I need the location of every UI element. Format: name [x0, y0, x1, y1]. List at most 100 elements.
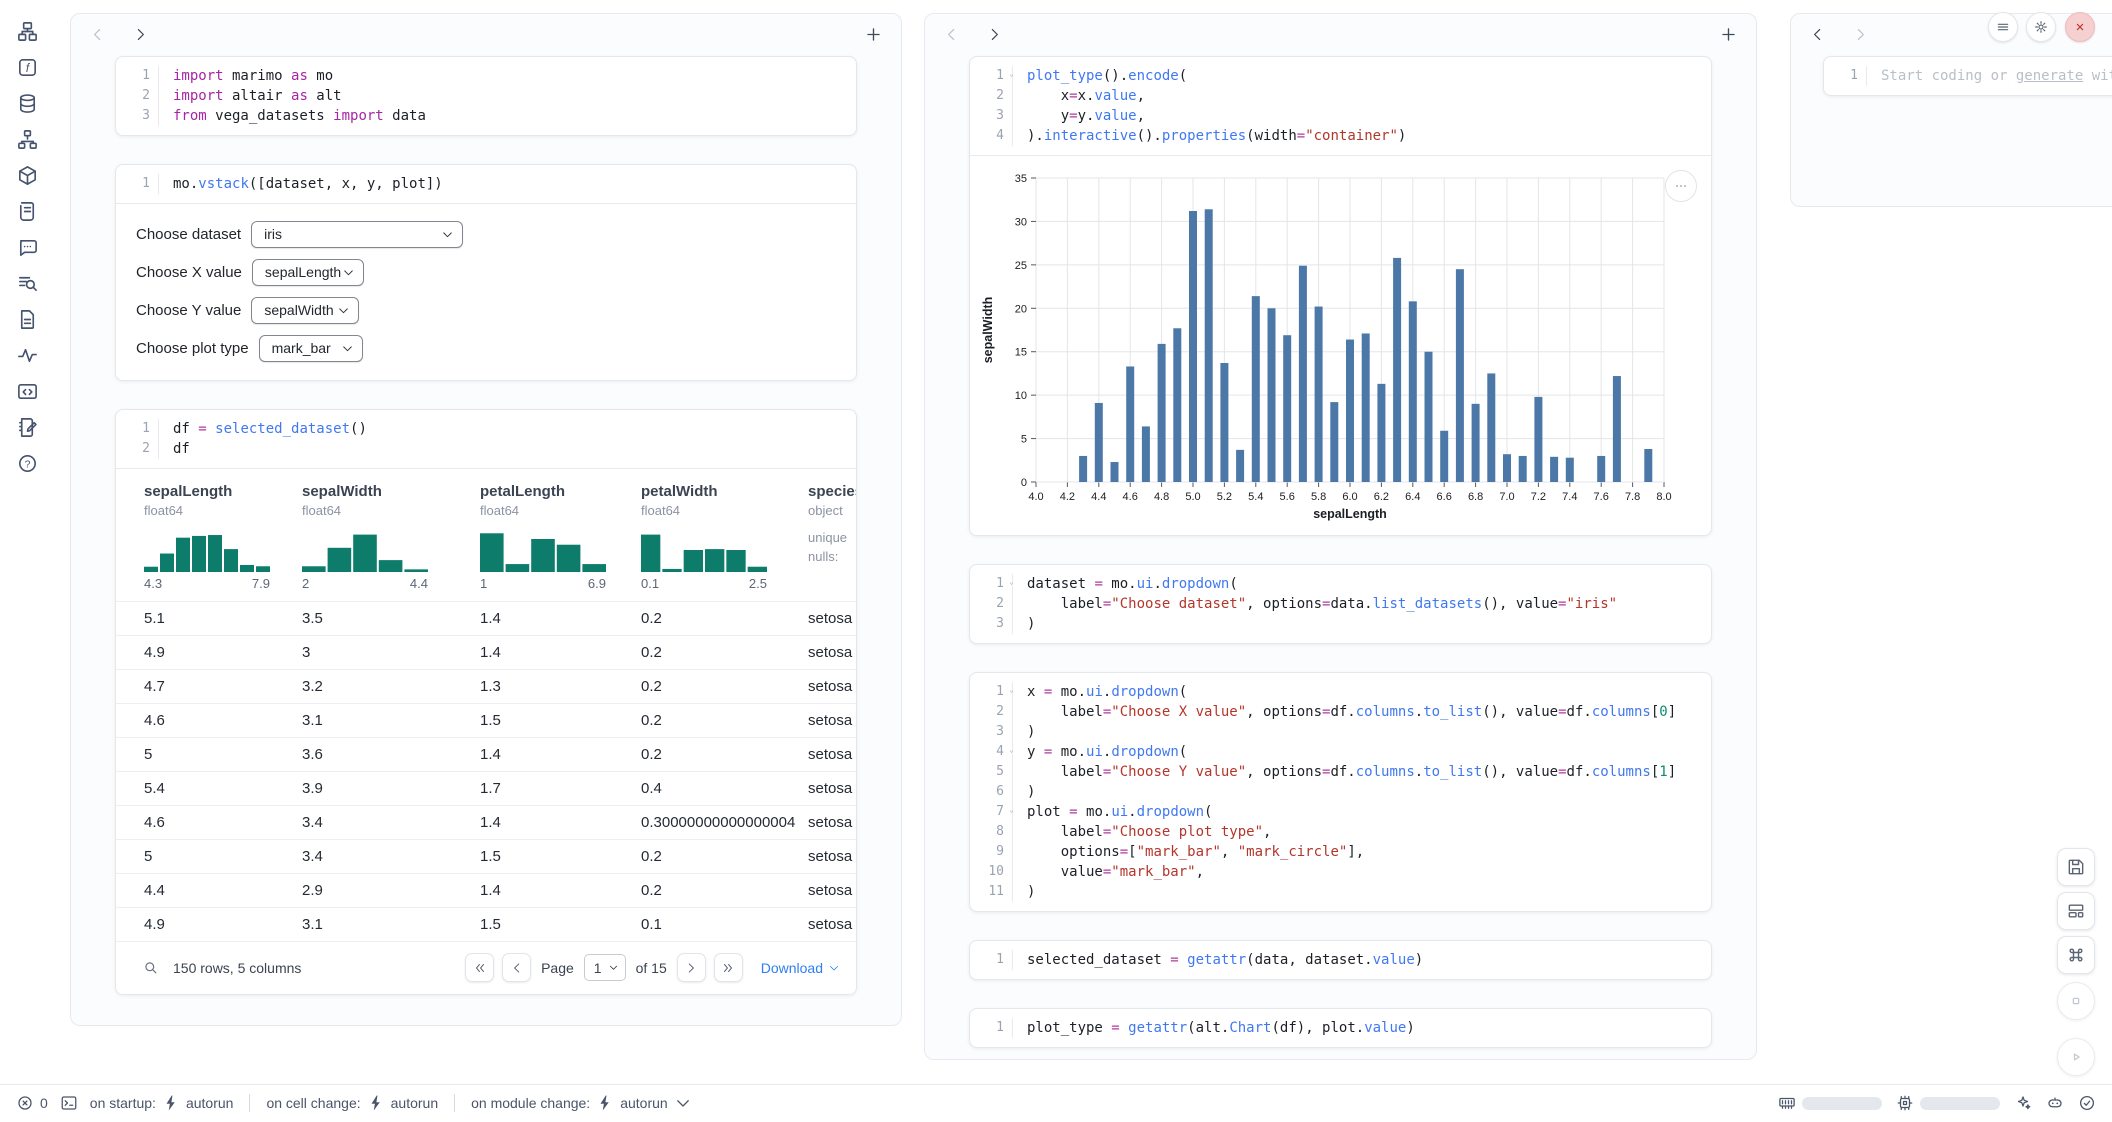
dependency-graph-icon[interactable] — [16, 128, 39, 151]
stop-button[interactable] — [2057, 982, 2095, 1020]
page-total-label: of 15 — [636, 960, 667, 976]
code-editor[interactable]: 1import marimo as mo2import altair as al… — [116, 57, 856, 135]
line-number: 1 — [116, 66, 159, 86]
copilot-button[interactable] — [2046, 1094, 2064, 1112]
table-cell: 0.2 — [641, 712, 808, 729]
code-line-text: plot_type().encode( — [1013, 66, 1187, 86]
function-icon[interactable]: f — [16, 56, 39, 79]
settings-button[interactable] — [2026, 12, 2056, 42]
circle-x-icon — [16, 1094, 34, 1112]
column-next-icon[interactable] — [1852, 26, 1869, 43]
file-tree-icon[interactable] — [16, 20, 39, 43]
table-column-header[interactable]: petalWidthfloat640.12.5 — [641, 483, 808, 591]
svg-text:6.2: 6.2 — [1374, 491, 1389, 503]
fold-chevron-icon[interactable]: ⌄ — [1009, 746, 1014, 754]
autorun-config-3[interactable]: on module change:autorun — [471, 1094, 692, 1112]
code-editor[interactable]: 1mo.vstack([dataset, x, y, plot]) — [116, 165, 856, 203]
add-cell-button[interactable] — [864, 25, 883, 44]
column-prev-icon[interactable] — [1809, 26, 1826, 43]
line-number: 1 — [116, 419, 159, 439]
table-cell: 5.1 — [144, 610, 302, 627]
column-next-icon[interactable] — [132, 26, 149, 43]
vega-bar-chart[interactable]: 4.04.24.44.64.85.05.25.45.65.86.06.26.46… — [978, 166, 1678, 526]
column-histogram — [302, 528, 428, 572]
chat-icon[interactable] — [16, 236, 39, 259]
command-palette-button[interactable] — [2057, 936, 2095, 974]
code-editor[interactable]: 1df = selected_dataset()2df — [116, 410, 856, 468]
next-page-button[interactable] — [677, 953, 706, 982]
ram-meter — [1802, 1097, 1882, 1110]
log-icon[interactable] — [16, 200, 39, 223]
notebook-column-middle: 1⌄plot_type().encode(2 x=x.value,3 y=y.v… — [924, 13, 1757, 1060]
fold-chevron-icon[interactable]: ⌄ — [1009, 806, 1014, 814]
first-page-button[interactable] — [465, 953, 494, 982]
error-indicator[interactable]: 0 — [16, 1094, 48, 1112]
search-icon[interactable] — [142, 959, 159, 976]
snippets-icon[interactable] — [16, 308, 39, 331]
column-prev-icon[interactable] — [89, 26, 106, 43]
fold-chevron-icon[interactable]: ⌄ — [1009, 686, 1014, 694]
page-value: 1 — [594, 960, 602, 976]
fold-chevron-icon[interactable]: ⌄ — [1009, 578, 1014, 586]
table-column-header[interactable]: sepalWidthfloat6424.4 — [302, 483, 480, 591]
dropdown-select[interactable]: sepalWidth — [251, 297, 359, 324]
previous-page-button[interactable] — [502, 953, 531, 982]
layout-button[interactable] — [2057, 892, 2095, 930]
table-column-header[interactable]: sepalLengthfloat644.37.9 — [144, 483, 302, 591]
code-line-text: df = selected_dataset() — [159, 419, 367, 439]
terminal-button[interactable] — [60, 1094, 78, 1112]
package-icon[interactable] — [16, 164, 39, 187]
connection-status-button[interactable] — [2078, 1094, 2096, 1112]
database-icon[interactable] — [16, 92, 39, 115]
close-icon — [2072, 19, 2088, 35]
table-cell: 0.2 — [641, 610, 808, 627]
page-select[interactable]: 1 — [584, 954, 626, 981]
column-next-icon[interactable] — [986, 26, 1003, 43]
code-block-icon[interactable] — [16, 380, 39, 403]
ai-assist-button[interactable] — [2014, 1094, 2032, 1112]
code-line-text: label="Choose X value", options=df.colum… — [1013, 702, 1676, 722]
run-button[interactable] — [2057, 1038, 2095, 1076]
download-button[interactable]: Download — [761, 960, 840, 976]
code-line-text: ) — [1013, 882, 1035, 902]
histogram-range: 0.12.5 — [641, 576, 767, 591]
code-editor[interactable]: 1⌄dataset = mo.ui.dropdown(2 label="Choo… — [970, 565, 1711, 643]
help-icon[interactable]: ? — [16, 452, 39, 475]
code-editor[interactable]: 1plot_type = getattr(alt.Chart(df), plot… — [970, 1009, 1711, 1047]
svg-text:30: 30 — [1015, 216, 1027, 228]
dropdown-select[interactable]: sepalLength — [252, 259, 364, 286]
column-prev-icon[interactable] — [943, 26, 960, 43]
dots-icon — [1673, 178, 1689, 194]
add-cell-button[interactable] — [1719, 25, 1738, 44]
code-editor[interactable]: 1⌄plot_type().encode(2 x=x.value,3 y=y.v… — [970, 57, 1711, 155]
code-editor[interactable]: 1 Start coding or generate with — [1824, 57, 2112, 95]
save-button[interactable] — [2057, 848, 2095, 886]
chart-actions-button[interactable] — [1665, 170, 1697, 202]
empty-code-cell[interactable]: 1 Start coding or generate with — [1823, 56, 2112, 96]
menu-button[interactable] — [1988, 12, 2018, 42]
code-editor[interactable]: 1selected_dataset = getattr(data, datase… — [970, 941, 1711, 979]
dropdown-select[interactable]: iris — [251, 221, 463, 248]
activity-icon[interactable] — [16, 344, 39, 367]
table-footer: 150 rows, 5 columnsPage1of 15Download — [116, 941, 856, 994]
autorun-config-2[interactable]: on cell change:autorun — [266, 1094, 438, 1112]
code-cell: 1⌄plot_type().encode(2 x=x.value,3 y=y.v… — [969, 56, 1712, 536]
code-editor[interactable]: 1⌄x = mo.ui.dropdown(2 label="Choose X v… — [970, 673, 1711, 911]
last-page-button[interactable] — [714, 953, 743, 982]
doc-search-icon[interactable] — [16, 272, 39, 295]
svg-text:25: 25 — [1015, 260, 1027, 272]
scratchpad-icon[interactable] — [16, 416, 39, 439]
code-line-text: selected_dataset = getattr(data, dataset… — [1013, 950, 1423, 970]
table-column-header[interactable]: speciesobjectuniquenulls: — [808, 483, 857, 591]
table-cell: 1.4 — [480, 644, 641, 661]
generate-link[interactable]: generate — [2016, 68, 2083, 84]
dropdown-select[interactable]: mark_bar — [259, 335, 363, 362]
table-row: 4.73.21.30.2setosa — [116, 669, 856, 703]
table-column-header[interactable]: petalLengthfloat6416.9 — [480, 483, 641, 591]
autorun-config-1[interactable]: on startup:autorun — [90, 1094, 234, 1112]
fold-chevron-icon[interactable]: ⌄ — [1009, 70, 1014, 78]
table-cell: 5 — [144, 746, 302, 763]
shutdown-button[interactable] — [2065, 12, 2095, 42]
svg-text:0: 0 — [1021, 477, 1027, 489]
table-cell: 5.4 — [144, 780, 302, 797]
